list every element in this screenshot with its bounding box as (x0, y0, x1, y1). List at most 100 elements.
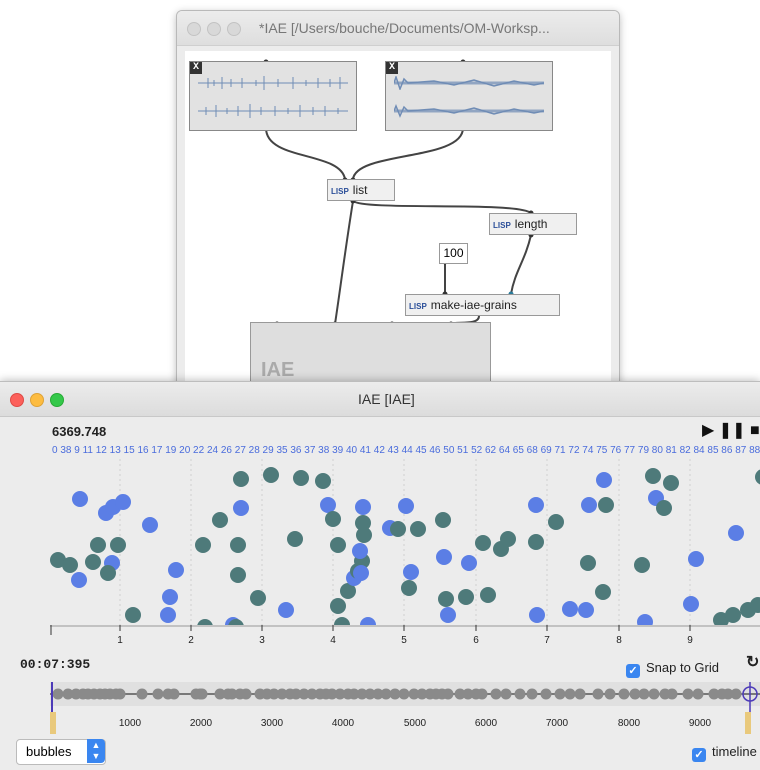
lisp-tag: LISP (331, 187, 349, 196)
grain-bubble (596, 472, 612, 488)
grain-bubble (581, 497, 597, 513)
minimize-button[interactable] (207, 22, 221, 36)
number-box[interactable]: 100 (439, 243, 468, 264)
timeline-grain-dot (168, 688, 180, 700)
cursor-value: 6369.748 (52, 424, 107, 439)
grain-bubble (72, 491, 88, 507)
grain-bubble (320, 497, 336, 513)
grain-bubble (233, 500, 249, 516)
minimize-button[interactable] (30, 393, 44, 407)
grain-bubble (436, 549, 452, 565)
grain-bubble (645, 468, 661, 484)
grain-bubble (100, 565, 116, 581)
timeline-grain-dot (540, 688, 552, 700)
grain-bubble (656, 500, 672, 516)
ruler-tick-label: 8 (616, 635, 622, 646)
grain-bubble (355, 499, 371, 515)
patch-canvas[interactable]: X X LISP list LISP length 100 LISP make-… (185, 51, 611, 391)
grain-bubble (125, 607, 141, 623)
grain-bubble (634, 557, 650, 573)
timeline-grain-dot (692, 688, 704, 700)
grain-bubble (500, 531, 516, 547)
timeline-grain-dot (730, 688, 742, 700)
timeline-grain-dot (682, 688, 694, 700)
grain-bubble (663, 475, 679, 491)
sound1-close-icon[interactable]: X (190, 62, 202, 74)
grain-bubble (263, 467, 279, 483)
grain-bubble (438, 591, 454, 607)
refresh-icon[interactable]: ↻ (746, 652, 759, 672)
transport-controls[interactable]: ▶ ❚❚ ■ (702, 420, 760, 440)
sound1-waveform-top (198, 76, 348, 90)
grain-bubble (352, 543, 368, 559)
grain-bubble (475, 535, 491, 551)
zoom-button[interactable] (50, 393, 64, 407)
timeline-tick-label: 6000 (475, 718, 498, 729)
grain-bubble (250, 590, 266, 606)
grain-bubble (115, 494, 131, 510)
grain-bubble (278, 602, 294, 618)
timeline-grain-dot (52, 688, 64, 700)
timeline-tick-label: 3000 (261, 718, 284, 729)
snap-to-grid-checkbox[interactable]: ✓ Snap to Grid (626, 660, 719, 678)
grain-bubble (562, 601, 578, 617)
time-ruler[interactable]: 1 2 3 4 5 6 7 8 9 (50, 625, 760, 649)
close-button[interactable] (10, 393, 24, 407)
make-iae-grains-box[interactable]: LISP make-iae-grains (405, 294, 560, 316)
ruler-tick-label: 7 (544, 635, 550, 646)
timeline-grain-dot (564, 688, 576, 700)
grain-bubble (728, 525, 744, 541)
sound-box-2[interactable]: X (385, 61, 553, 131)
length-box[interactable]: LISP length (489, 213, 577, 235)
checkmark-icon[interactable]: ✓ (626, 664, 640, 678)
grain-bubble (334, 617, 350, 625)
timeline-grain-dot (490, 688, 502, 700)
timeline-overview[interactable]: 1000 2000 3000 4000 5000 6000 7000 8000 … (50, 682, 760, 742)
list-box[interactable]: LISP list (327, 179, 395, 201)
grain-bubble (401, 580, 417, 596)
sound-box-1[interactable]: X (189, 61, 357, 131)
iae-box-label: IAE (261, 359, 295, 381)
timeline-grain-dot (240, 688, 252, 700)
close-button[interactable] (187, 22, 201, 36)
grain-bubble (398, 498, 414, 514)
grain-bubble (356, 527, 372, 543)
timeline-tick-label: 5000 (404, 718, 427, 729)
grain-bubble (330, 537, 346, 553)
grain-bubble (62, 557, 78, 573)
timeline-checkbox[interactable]: ✓ timeline (692, 744, 757, 762)
ruler-tick-label: 3 (259, 635, 265, 646)
timeline-tick-label: 7000 (546, 718, 569, 729)
bubble-plot[interactable] (50, 445, 760, 625)
grain-bubble (480, 587, 496, 603)
grain-bubble (390, 521, 406, 537)
grain-bubble (233, 471, 249, 487)
grain-bubble (90, 537, 106, 553)
make-iae-grains-label: make-iae-grains (430, 298, 517, 312)
list-label: list (352, 183, 368, 197)
ruler-tick-label: 2 (188, 635, 194, 646)
timeline-grain-dot (574, 688, 586, 700)
grain-bubble (528, 534, 544, 550)
grain-bubble (548, 514, 564, 530)
sound2-close-icon[interactable]: X (386, 62, 398, 74)
sound2-waveform-top (394, 76, 544, 90)
connection-list-iae (334, 200, 354, 325)
grain-bubble (598, 497, 614, 513)
grain-bubble (578, 602, 594, 618)
timeline-grain-dot (604, 688, 616, 700)
editor-titlebar: IAE [IAE] (0, 382, 760, 417)
timeline-tick-label: 2000 (190, 718, 213, 729)
view-mode-select[interactable]: bubbles ▲ ▼ (16, 739, 106, 765)
ruler-tick-label: 6 (473, 635, 479, 646)
length-label: length (514, 217, 548, 231)
connection-sound2-list (352, 127, 464, 180)
grain-bubble (435, 512, 451, 528)
checkmark-icon[interactable]: ✓ (692, 748, 706, 762)
timeline-start-marker (50, 712, 56, 734)
patch-title: *IAE [/Users/bouche/Documents/OM-Worksp.… (259, 20, 550, 36)
grain-bubble (461, 555, 477, 571)
ruler-tick-label: 9 (687, 635, 693, 646)
zoom-button[interactable] (227, 22, 241, 36)
grain-bubble (683, 596, 699, 612)
